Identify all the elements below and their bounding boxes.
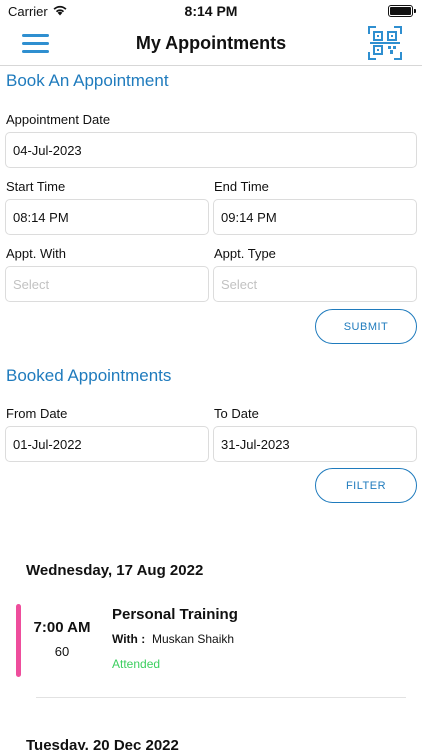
page-title: My Appointments xyxy=(135,33,287,53)
start-time-field[interactable]: 08:14 PM xyxy=(5,199,209,235)
appt-with-label: Appt. With xyxy=(6,246,66,261)
end-time-field[interactable]: 09:14 PM xyxy=(213,199,417,235)
booked-appointments-heading: Booked Appointments xyxy=(6,366,172,385)
book-appointment-heading: Book An Appointment xyxy=(6,71,169,90)
appointment-status: Attended xyxy=(112,657,161,671)
filter-button[interactable]: FILTER xyxy=(315,468,417,503)
to-date-field[interactable]: 31-Jul-2023 xyxy=(213,426,417,462)
clock: 8:14 PM xyxy=(184,3,238,19)
appt-type-select[interactable]: Select xyxy=(213,266,417,302)
appointment-with-name: Muskan Shaikh xyxy=(152,632,235,646)
appointment-with-label: With : xyxy=(112,632,146,646)
appointment-card[interactable]: 7:00 AM 60 Personal Training With : Musk… xyxy=(16,604,408,678)
day-header-next: Tuesday, 20 Dec 2022 xyxy=(26,737,179,750)
list-divider xyxy=(36,697,406,698)
day-header: Wednesday, 17 Aug 2022 xyxy=(26,562,204,579)
battery-icon xyxy=(388,5,416,17)
from-date-label: From Date xyxy=(6,406,68,421)
appt-type-label: Appt. Type xyxy=(214,246,276,261)
appointment-date-field[interactable]: 04-Jul-2023 xyxy=(5,132,417,168)
status-bar: Carrier 8:14 PM xyxy=(0,0,422,22)
from-date-field[interactable]: 01-Jul-2022 xyxy=(5,426,209,462)
navigation-bar: My Appointments xyxy=(0,22,422,66)
start-time-label: Start Time xyxy=(6,179,66,194)
to-date-label: To Date xyxy=(214,406,259,421)
appointment-duration: 60 xyxy=(54,644,70,659)
appointment-title: Personal Training xyxy=(112,606,238,623)
appointment-time: 7:00 AM xyxy=(33,619,91,636)
appointment-date-label: Appointment Date xyxy=(6,112,111,127)
appointment-color-bar xyxy=(16,604,21,677)
appt-with-select[interactable]: Select xyxy=(5,266,209,302)
qr-code-icon[interactable] xyxy=(368,26,402,60)
submit-button[interactable]: SUBMIT xyxy=(315,309,417,344)
end-time-label: End Time xyxy=(214,179,269,194)
